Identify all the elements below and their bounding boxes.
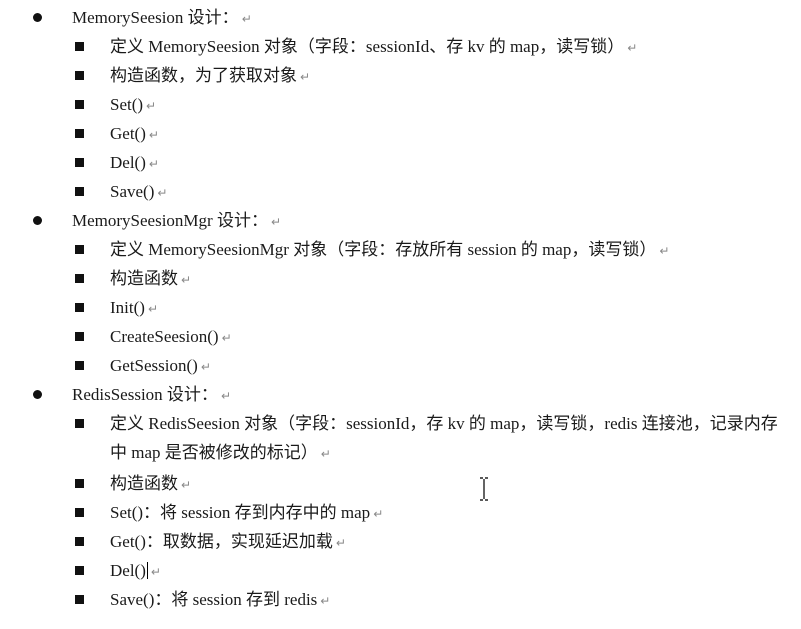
list-item-text: Save() [110,182,155,201]
paragraph-mark-icon: ↵ [221,331,232,345]
list-item[interactable]: Get() ↵ [0,119,801,148]
list-item[interactable]: CreateSeesion() ↵ [0,322,801,351]
paragraph-mark-icon: ↵ [270,215,282,229]
bullet-square-icon [75,595,84,604]
section-memory-session-mgr: MemorySeesionMgr 设计： ↵ 定义 MemorySeesionMg… [0,206,801,380]
list-item[interactable]: 构造函数，为了获取对象 ↵ [0,61,801,90]
bullet-square-icon [75,332,84,341]
paragraph-mark-icon: ↵ [181,478,192,492]
list-item[interactable]: Set()：将 session 存到内存中的 map ↵ [0,498,801,527]
bullet-square-icon [75,274,84,283]
section-heading[interactable]: MemorySeesionMgr 设计： ↵ [0,206,801,235]
ibeam-cursor-icon [480,477,488,501]
list-item[interactable]: 定义 MemorySeesion 对象（字段：sessionId、存 kv 的 … [0,32,801,61]
list-item-text: Del() [110,153,146,172]
list-item-text: CreateSeesion() [110,327,219,346]
bullet-square-icon [75,187,84,196]
bullet-square-icon [75,566,84,575]
list-item-text: 定义 RedisSeesion 对象（字段：sessionId，存 kv 的 m… [110,414,778,462]
bullet-square-icon [75,419,84,428]
paragraph-mark-icon: ↵ [335,536,346,550]
list-item[interactable]: 定义 MemorySeesionMgr 对象（字段：存放所有 session 的… [0,235,801,264]
paragraph-mark-icon: ↵ [320,594,331,608]
paragraph-mark-icon: ↵ [148,128,159,142]
paragraph-mark-icon: ↵ [181,273,192,287]
list-item-text: 定义 MemorySeesionMgr 对象（字段：存放所有 session 的… [110,240,657,259]
paragraph-mark-icon: ↵ [220,389,231,403]
bullet-square-icon [75,537,84,546]
bullet-square-icon [75,71,84,80]
paragraph-mark-icon: ↵ [157,186,168,200]
bullet-disc-icon [33,390,42,399]
list-item[interactable]: Set() ↵ [0,90,801,119]
paragraph-mark-icon: ↵ [320,447,331,461]
list-item[interactable]: Save()：将 session 存到 redis ↵ [0,585,801,614]
list-item[interactable]: Get()：取数据，实现延迟加载 ↵ [0,527,801,556]
section-heading[interactable]: MemorySeesion 设计： ↵ [0,3,801,32]
list-item-text: Set() [110,95,144,114]
list-item[interactable]: 构造函数 ↵ [0,469,801,498]
bullet-square-icon [75,245,84,254]
paragraph-mark-icon: ↵ [146,99,157,113]
bullet-square-icon [75,361,84,370]
paragraph-mark-icon: ↵ [200,360,211,374]
section-heading[interactable]: RedisSession 设计： ↵ [0,380,801,409]
paragraph-mark-icon: ↵ [627,41,638,55]
list-item-text: Get() [110,124,146,143]
list-item[interactable]: Del() ↵ [0,148,801,177]
paragraph-mark-icon: ↵ [659,244,670,258]
list-item-text: GetSession() [110,356,198,375]
list-item-text: Set()：将 session 存到内存中的 map [110,503,371,522]
bullet-square-icon [75,129,84,138]
bullet-square-icon [75,508,84,517]
list-item-text: 构造函数，为了获取对象 [110,66,297,85]
list-item[interactable]: Save() ↵ [0,177,801,206]
list-item[interactable]: 构造函数 ↵ [0,264,801,293]
paragraph-mark-icon: ↵ [300,70,311,84]
bullet-square-icon [75,303,84,312]
section-redis-session: RedisSession 设计： ↵ 定义 RedisSeesion 对象（字段：… [0,380,801,614]
text-caret [146,562,148,579]
list-item-text: Init() [110,298,145,317]
bullet-disc-icon [33,216,42,225]
list-item-text: 定义 MemorySeesion 对象（字段：sessionId、存 kv 的 … [110,37,625,56]
list-item-text: Del() [110,561,146,580]
list-item-text: 构造函数 [110,474,178,493]
list-item[interactable]: GetSession() ↵ [0,351,801,380]
bullet-disc-icon [33,13,42,22]
list-item[interactable]: Init() ↵ [0,293,801,322]
bullet-square-icon [75,479,84,488]
section-memory-session: MemorySeesion 设计： ↵ 定义 MemorySeesion 对象（字… [0,3,801,206]
list-item-text: Save()：将 session 存到 redis [110,590,318,609]
list-item[interactable]: Del() ↵ [0,556,801,585]
paragraph-mark-icon: ↵ [241,12,252,26]
section-title: MemorySeesion 设计： [72,8,239,27]
paragraph-mark-icon: ↵ [373,507,384,521]
list-item[interactable]: 定义 RedisSeesion 对象（字段：sessionId，存 kv 的 m… [0,409,801,469]
bullet-square-icon [75,158,84,167]
paragraph-mark-icon: ↵ [148,157,159,171]
section-title: RedisSession 设计： [72,385,218,404]
paragraph-mark-icon: ↵ [150,565,161,579]
bullet-square-icon [75,42,84,51]
paragraph-mark-icon: ↵ [147,302,158,316]
bullet-square-icon [75,100,84,109]
list-item-text: 构造函数 [110,269,178,288]
section-title: MemorySeesionMgr 设计： [72,211,268,230]
document-page: MemorySeesion 设计： ↵ 定义 MemorySeesion 对象（字… [0,0,801,629]
list-item-text: Get()：取数据，实现延迟加载 [110,532,333,551]
